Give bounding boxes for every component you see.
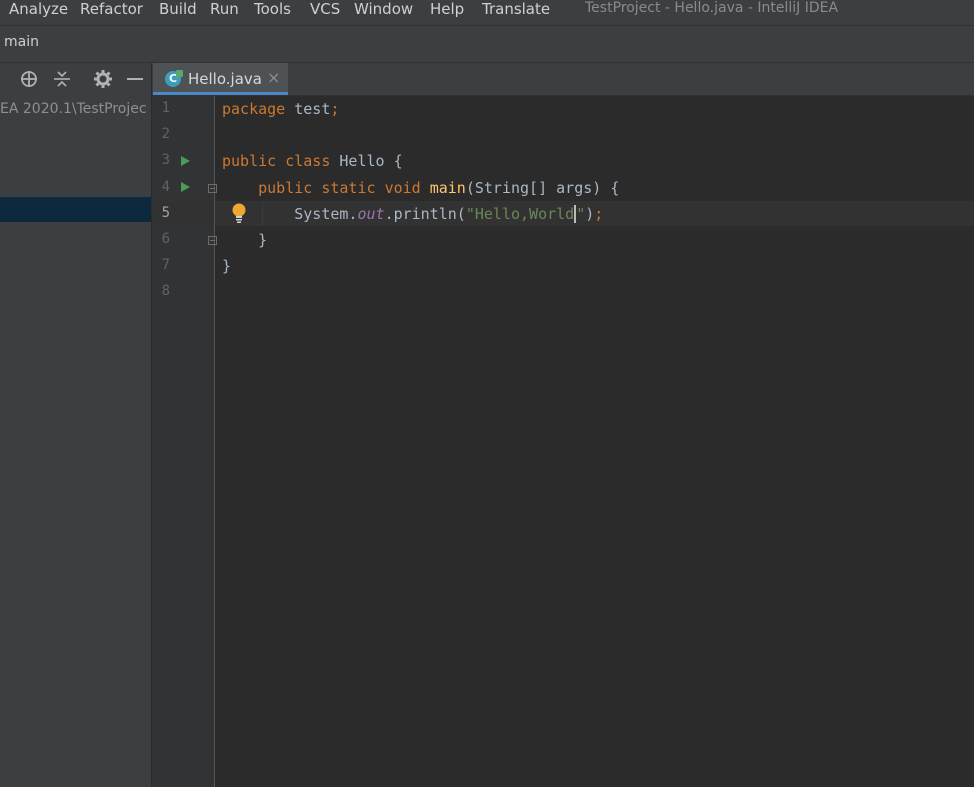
editor-tab-bar: C Hello.java × <box>152 63 974 95</box>
line-number: 3 <box>161 152 170 169</box>
code-token: static <box>321 178 385 197</box>
collapse-icon[interactable] <box>52 69 72 89</box>
gutter-separator <box>214 96 215 787</box>
code-token: .println( <box>384 204 466 223</box>
line-number: 1 <box>161 100 170 116</box>
code-line: } <box>222 257 231 275</box>
locate-icon[interactable] <box>19 69 39 89</box>
menu-refactor[interactable]: Refactor <box>80 0 143 18</box>
code-line: public static void main(String[] args) { <box>222 179 619 197</box>
run-main-icon[interactable] <box>181 182 190 192</box>
menu-build[interactable]: Build <box>159 0 197 18</box>
breadcrumb[interactable]: main <box>4 34 39 50</box>
tab-hello-java[interactable]: C Hello.java × <box>153 63 288 95</box>
code-token: package <box>222 100 295 118</box>
code-token: "Hello,World <box>465 204 575 223</box>
code-token: System. <box>222 204 358 223</box>
menu-translate[interactable]: Translate <box>482 0 550 18</box>
project-panel: EA 2020.1\TestProjec <box>0 63 151 787</box>
code-editor[interactable] <box>215 96 974 787</box>
code-token: public <box>222 152 286 171</box>
tab-label: Hello.java <box>188 70 262 88</box>
menu-vcs[interactable]: VCS <box>310 0 340 18</box>
code-token: ) <box>585 204 595 223</box>
code-token: test <box>294 100 331 118</box>
code-line: public class Hello { <box>222 152 403 170</box>
menu-bar: Analyze Refactor Build Run Tools VCS Win… <box>0 0 974 24</box>
code-token: " <box>576 204 586 223</box>
editor-gutter[interactable] <box>152 96 214 787</box>
line-number: 4 <box>161 178 170 195</box>
code-token: out <box>357 204 385 223</box>
code-line: package test; <box>222 100 339 118</box>
code-token: } <box>222 257 232 276</box>
code-line: System.out.println("Hello,World "); <box>222 204 604 223</box>
java-class-icon: C <box>165 70 183 87</box>
code-token: Hello { <box>339 152 403 171</box>
menu-window[interactable]: Window <box>354 0 413 18</box>
code-token: } <box>222 231 268 249</box>
menu-help[interactable]: Help <box>430 0 464 18</box>
code-token: void <box>384 178 430 197</box>
project-toolbar <box>0 63 151 95</box>
gear-icon[interactable] <box>93 69 113 89</box>
code-token: main <box>429 178 466 197</box>
code-token: ; <box>330 100 340 118</box>
line-number: 7 <box>161 257 170 274</box>
run-class-icon[interactable] <box>181 156 190 166</box>
line-number: 2 <box>161 126 170 143</box>
minimize-icon[interactable] <box>125 69 145 89</box>
fold-open-icon[interactable]: − <box>208 184 217 193</box>
project-root-path[interactable]: EA 2020.1\TestProjec <box>0 101 151 117</box>
line-number: 8 <box>161 283 170 300</box>
code-token: ; <box>594 204 604 223</box>
selected-tree-item[interactable] <box>0 197 151 222</box>
close-icon[interactable]: × <box>267 68 280 87</box>
code-token: class <box>285 152 340 171</box>
fold-close-icon[interactable]: − <box>208 236 217 245</box>
menu-tools[interactable]: Tools <box>254 0 291 18</box>
menu-analyze[interactable]: Analyze <box>9 0 68 18</box>
line-number: 5 <box>161 204 170 221</box>
line-number: 6 <box>161 231 170 247</box>
menu-run[interactable]: Run <box>210 0 239 18</box>
window-title: TestProject - Hello.java - IntelliJ IDEA <box>585 0 839 16</box>
navigation-bar: main <box>0 26 974 62</box>
code-line: } <box>222 231 267 249</box>
code-token: public <box>222 178 322 197</box>
code-token: (String[] args) { <box>465 178 620 197</box>
